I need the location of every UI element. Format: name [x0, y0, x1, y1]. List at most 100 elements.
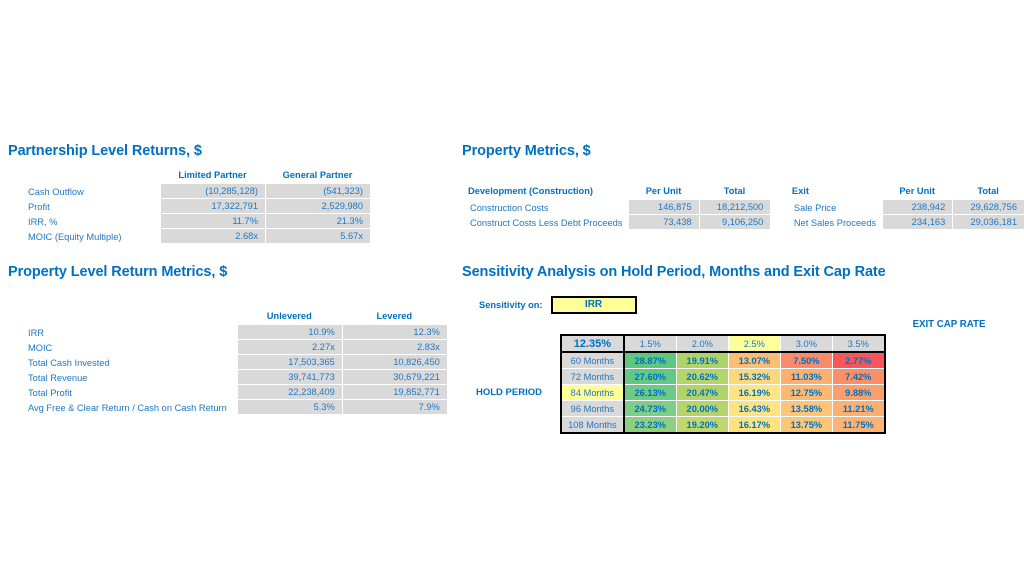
sensitivity-cell-0-4: 2.77% [832, 352, 886, 369]
table-row: IRR 10.9% 12.3% [8, 325, 447, 340]
table-row: Profit 17,322,791 2,529,980 [8, 199, 370, 214]
partnership-cell-1-1: 2,529,980 [265, 199, 370, 214]
sensitivity-row-header-1: 72 Months [561, 368, 625, 385]
sensitivity-column-header-1: 2.0% [676, 335, 729, 353]
sensitivity-row: 84 Months 26.13% 20.47% 16.19% 12.75% 9.88% [561, 384, 886, 401]
sensitivity-on-label: Sensitivity on: [479, 300, 543, 310]
sensitivity-cell-1-4: 7.42% [832, 368, 886, 385]
sensitivity-cell-0-3: 7.50% [780, 352, 833, 369]
sensitivity-cell-1-1: 20.62% [676, 368, 729, 385]
plr-row-label-0: IRR [28, 327, 45, 338]
property-metrics-right-group-header: Exit [791, 186, 809, 196]
exit-cap-rate-axis-title: EXIT CAP RATE [912, 319, 986, 330]
sensitivity-cell-3-2: 16.43% [728, 400, 781, 417]
plr-row-label-2: Total Cash Invested [28, 357, 110, 368]
sensitivity-cell-4-2: 16.17% [728, 416, 781, 434]
table-header-row: Development (Construction) Per Unit Tota… [462, 184, 1024, 200]
sensitivity-column-header-0: 1.5% [623, 335, 677, 353]
hold-period-axis-title: HOLD PERIOD [476, 387, 542, 398]
partnership-row-label-header [8, 168, 160, 184]
property-metrics-left-cell-0-1: 18,212,500 [698, 200, 771, 215]
plr-col-header-0: Unlevered [266, 311, 312, 321]
table-row: MOIC (Equity Multiple) 2.68x 5.67x [8, 229, 370, 244]
sensitivity-cell-3-4: 11.21% [832, 400, 886, 417]
sensitivity-cell-0-2: 13.07% [728, 352, 781, 369]
partnership-level-returns-panel: Partnership Level Returns, $ Limited Par… [8, 143, 370, 244]
sensitivity-cell-1-0: 27.60% [623, 368, 677, 385]
sensitivity-cell-4-1: 19.20% [676, 416, 729, 434]
sensitivity-cell-3-1: 20.00% [676, 400, 729, 417]
sensitivity-cell-1-3: 11.03% [780, 368, 833, 385]
plr-cell-4-0: 22,238,409 [236, 385, 342, 400]
property-metrics-right-col-header-0: Per Unit [899, 186, 935, 196]
plr-cell-2-0: 17,503,365 [236, 355, 342, 370]
sensitivity-row-header-2: 84 Months [561, 384, 625, 401]
property-level-returns-table: Unlevered Levered IRR 10.9% 12.3% MOIC 2… [8, 309, 447, 415]
table-row: IRR, % 11.7% 21.3% [8, 214, 370, 229]
plr-cell-0-1: 12.3% [341, 325, 447, 340]
table-row: Total Cash Invested 17,503,365 10,826,45… [8, 355, 447, 370]
property-level-returns-section-title: Property Level Return Metrics, $ [8, 264, 228, 280]
plr-col-header-1: Levered [376, 311, 413, 321]
partnership-col-header-1: General Partner [282, 170, 353, 180]
table-row: MOIC 2.27x 2.83x [8, 340, 447, 355]
property-metrics-left-cell-1-1: 9,106,250 [698, 215, 771, 230]
sensitivity-on-selector[interactable]: IRR [550, 296, 637, 314]
property-metrics-right-col-header-1: Total [977, 186, 999, 196]
property-metrics-left-col-header-0: Per Unit [645, 186, 682, 196]
sensitivity-row: 60 Months 28.87% 19.91% 13.07% 7.50% 2.77% [561, 352, 886, 369]
property-metrics-right-cell-0-1: 29,628,756 [952, 200, 1024, 215]
plr-cell-0-0: 10.9% [236, 325, 342, 340]
table-row: Total Revenue 39,741,773 30,679,221 [8, 370, 447, 385]
sensitivity-row-header-0: 60 Months [561, 352, 625, 369]
sensitivity-section-title: Sensitivity Analysis on Hold Period, Mon… [462, 264, 886, 280]
partnership-cell-2-1: 21.3% [265, 214, 370, 229]
property-metrics-right-label-0: Sale Price [793, 202, 837, 213]
partnership-row-label-1: Profit [28, 201, 50, 212]
property-metrics-right-cell-0-0: 238,942 [882, 200, 953, 215]
plr-cell-1-0: 2.27x [236, 340, 342, 355]
plr-cell-4-1: 19,852,771 [341, 385, 447, 400]
table-row: Construction Costs 146,875 18,212,500 Sa… [462, 200, 1024, 215]
partnership-cell-1-0: 17,322,791 [160, 199, 265, 214]
partnership-cell-3-0: 2.68x [160, 229, 265, 244]
table-row: Avg Free & Clear Return / Cash on Cash R… [8, 400, 447, 415]
sensitivity-header-row: 12.35% 1.5% 2.0% 2.5% 3.0% 3.5% [561, 335, 886, 353]
property-metrics-panel: Property Metrics, $ Development (Constru… [462, 143, 1024, 230]
sensitivity-analysis-panel: Sensitivity Analysis on Hold Period, Mon… [462, 264, 985, 434]
sensitivity-cell-2-0: 26.13% [623, 384, 677, 401]
table-row: Total Profit 22,238,409 19,852,771 [8, 385, 447, 400]
table-row: Cash Outflow (10,285,128) (541,323) [8, 184, 370, 199]
table-header-row: Unlevered Levered [8, 309, 447, 325]
property-metrics-section-title: Property Metrics, $ [462, 143, 591, 159]
sensitivity-base-value-cell: 12.35% [561, 335, 625, 353]
partnership-cell-0-0: (10,285,128) [160, 184, 265, 199]
property-metrics-left-label-1: Construct Costs Less Debt Proceeds [470, 217, 623, 228]
sensitivity-cell-0-1: 19.91% [676, 352, 729, 369]
partnership-cell-0-1: (541,323) [265, 184, 370, 199]
sensitivity-cell-4-0: 23.23% [623, 416, 677, 434]
property-metrics-left-cell-0-0: 146,875 [628, 200, 699, 215]
partnership-row-label-2: IRR, % [28, 216, 58, 227]
property-metrics-column-gap [770, 184, 786, 200]
plr-cell-5-0: 5.3% [236, 400, 342, 415]
sensitivity-row: 72 Months 27.60% 20.62% 15.32% 11.03% 7.42% [561, 368, 886, 385]
plr-cell-2-1: 10,826,450 [341, 355, 447, 370]
sensitivity-column-header-3: 3.0% [780, 335, 833, 353]
plr-cell-1-1: 2.83x [341, 340, 447, 355]
sensitivity-row-header-3: 96 Months [561, 400, 625, 417]
sensitivity-cell-4-3: 13.75% [780, 416, 833, 434]
property-metrics-left-label-0: Construction Costs [470, 202, 549, 213]
sensitivity-row: 108 Months 23.23% 19.20% 16.17% 13.75% 11.75% [561, 416, 886, 434]
sensitivity-cell-3-3: 13.58% [780, 400, 833, 417]
sensitivity-cell-1-2: 15.32% [728, 368, 781, 385]
plr-row-label-header [8, 309, 237, 325]
partnership-row-label-0: Cash Outflow [28, 186, 84, 197]
property-metrics-left-col-header-1: Total [723, 186, 746, 196]
sensitivity-cell-4-4: 11.75% [832, 416, 886, 434]
property-metrics-left-cell-1-0: 73,438 [628, 215, 699, 230]
property-metrics-right-label-1: Net Sales Proceeds [793, 217, 877, 228]
sensitivity-cell-2-4: 9.88% [832, 384, 886, 401]
plr-row-label-5: Avg Free & Clear Return / Cash on Cash R… [28, 402, 227, 413]
partnership-table: Limited Partner General Partner Cash Out… [8, 168, 370, 244]
